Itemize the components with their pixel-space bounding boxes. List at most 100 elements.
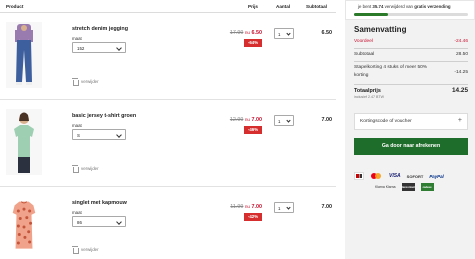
- size-value: 152: [77, 46, 85, 51]
- ideal-icon: [354, 172, 364, 180]
- voordeel-label: Voordeel: [354, 39, 373, 44]
- trash-icon: [72, 165, 79, 173]
- shipping-highlight: gratis verzending: [414, 4, 451, 9]
- shipping-prefix: je bent: [358, 4, 372, 9]
- chevron-down-icon: [286, 205, 291, 210]
- voordeel-value: -24.46: [454, 39, 468, 44]
- product-singlet-image[interactable]: [6, 196, 42, 258]
- shipping-progress-bar: [354, 13, 468, 16]
- free-shipping-banner: je bent 35.74 verwijderd van gratis verz…: [345, 0, 475, 20]
- old-price: 11.99: [230, 204, 244, 210]
- column-aantal: Aantal: [276, 4, 291, 9]
- staffel-label-1: Stapelkorting 4 stuks of meer 50%: [354, 65, 428, 70]
- product-jeans-image[interactable]: [6, 22, 42, 88]
- visa-icon: VISA: [389, 173, 401, 179]
- summary-title: Samenvatting: [354, 25, 407, 34]
- shipping-text: je bent 35.74 verwijderd van gratis verz…: [358, 4, 451, 9]
- nu-label: nu: [244, 30, 250, 35]
- quantity-value: 1: [278, 206, 281, 211]
- size-select[interactable]: 152: [72, 42, 126, 53]
- chevron-down-icon: [116, 45, 122, 51]
- discount-badge: -64%: [244, 39, 262, 47]
- product-tshirt-image[interactable]: [6, 109, 42, 175]
- staffel-value: -14.25: [454, 70, 468, 75]
- row-subtotal: 7.00: [321, 204, 333, 210]
- total-label: Totaalprijs: [354, 88, 381, 94]
- paypal-icon: PayPal: [429, 173, 444, 179]
- chevron-down-icon: [116, 219, 122, 225]
- column-product: Product: [6, 4, 24, 9]
- new-price: 7.00: [251, 117, 263, 123]
- cart-row: singlet met kapmouw maat 86 verwijder 11…: [0, 188, 336, 259]
- divider: [354, 61, 468, 62]
- bancontact-icon: Bancontact: [401, 183, 415, 191]
- subtotaal-label: Subtotaal: [354, 52, 375, 57]
- staffel-label-2: korting: [354, 73, 369, 78]
- row-subtotal: 6.50: [321, 30, 333, 36]
- chevron-down-icon: [286, 118, 291, 123]
- total-value: 14.25: [452, 87, 468, 94]
- row-subtotal: 7.00: [321, 117, 333, 123]
- cart-table-header: Product Prijs Aantal Subtotaal: [0, 0, 336, 13]
- size-label: maat: [72, 36, 82, 41]
- product-name[interactable]: singlet met kapmouw: [72, 200, 127, 206]
- column-subtotaal: Subtotaal: [306, 4, 327, 9]
- voucher-toggle[interactable]: Kortingscode of voucher +: [354, 113, 468, 130]
- shipping-progress-fill: [354, 13, 389, 16]
- remove-button[interactable]: verwijder: [72, 78, 99, 86]
- trash-icon: [72, 246, 79, 254]
- discount-badge: -46%: [244, 126, 262, 134]
- giftcard-icon: cadeau: [420, 183, 434, 191]
- quantity-value: 1: [278, 32, 281, 37]
- btw-note: inclusief 2.47 BTW: [354, 95, 384, 99]
- subtotaal-value: 28.50: [455, 52, 468, 57]
- chevron-down-icon: [116, 132, 122, 138]
- shipping-middle: verwijderd van: [384, 4, 413, 9]
- checkout-button[interactable]: Ga door naar afrekenen: [354, 138, 468, 155]
- discount-badge: -42%: [244, 213, 262, 221]
- nu-label: nu: [244, 204, 250, 209]
- divider: [354, 84, 468, 85]
- staffel-line: Stapelkorting 4 stuks of meer 50% kortin…: [354, 65, 468, 81]
- remove-label: verwijder: [81, 166, 99, 171]
- klarna-icon: Klarna Klarna: [375, 185, 396, 189]
- remove-label: verwijder: [81, 247, 99, 252]
- product-name[interactable]: stretch denim jegging: [72, 26, 128, 32]
- new-price: 6.50: [251, 30, 263, 36]
- size-select[interactable]: 86: [72, 216, 126, 227]
- size-select[interactable]: S: [72, 129, 126, 140]
- price: 17.99 nu 6.50: [222, 30, 262, 36]
- size-value: S: [77, 133, 80, 138]
- summary-panel: je bent 35.74 verwijderd van gratis verz…: [345, 0, 475, 259]
- nu-label: nu: [244, 117, 250, 122]
- quantity-select[interactable]: 1: [274, 115, 294, 126]
- trash-icon: [72, 78, 79, 86]
- price: 12.99 nu 7.00: [222, 117, 262, 123]
- voucher-label: Kortingscode of voucher: [360, 119, 412, 124]
- new-price: 7.00: [251, 204, 263, 210]
- divider: [354, 48, 468, 49]
- product-name[interactable]: basic jersey t-shirt groen: [72, 113, 136, 119]
- quantity-select[interactable]: 1: [274, 202, 294, 213]
- price: 11.99 nu 7.00: [222, 204, 262, 210]
- plus-icon: +: [457, 117, 462, 124]
- remove-label: verwijder: [81, 79, 99, 84]
- quantity-value: 1: [278, 119, 281, 124]
- chevron-down-icon: [286, 31, 291, 36]
- old-price: 17.99: [229, 30, 244, 36]
- sofort-icon: SOFORT: [406, 173, 424, 179]
- remove-button[interactable]: verwijder: [72, 246, 99, 254]
- cart-row: stretch denim jegging maat 152 verwijder…: [0, 14, 336, 100]
- column-prijs: Prijs: [248, 4, 258, 9]
- quantity-select[interactable]: 1: [274, 28, 294, 39]
- remove-button[interactable]: verwijder: [72, 165, 99, 173]
- payment-methods-row: VISA SOFORT PayPal: [354, 172, 444, 180]
- cart-table: Product Prijs Aantal Subtotaal stretch d…: [0, 0, 336, 259]
- payment-methods-row-2: Klarna Klarna Bancontact cadeau: [375, 183, 434, 191]
- size-label: maat: [72, 210, 82, 215]
- shipping-amount: 35.74: [372, 4, 384, 9]
- mastercard-icon: [370, 172, 383, 180]
- cart-row: basic jersey t-shirt groen maat S verwij…: [0, 101, 336, 187]
- size-value: 86: [77, 220, 82, 225]
- old-price: 12.99: [229, 117, 244, 123]
